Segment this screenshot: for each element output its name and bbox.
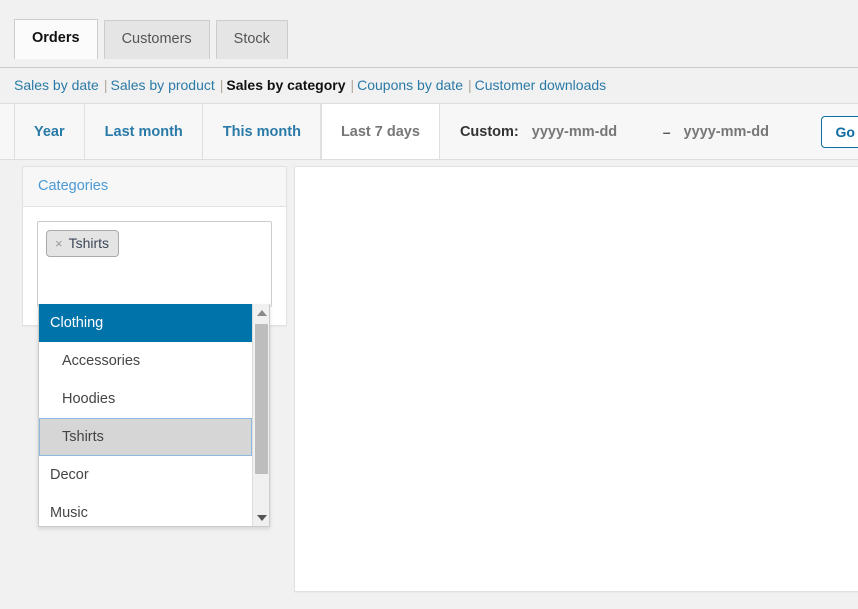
custom-date-from-input[interactable] bbox=[529, 119, 652, 144]
range-tab-last-7-days-label: Last 7 days bbox=[340, 123, 420, 140]
selected-category-chip[interactable]: × Tshirts bbox=[46, 230, 120, 257]
range-tab-year[interactable]: Year bbox=[14, 104, 85, 159]
selected-category-label: Tshirts bbox=[68, 235, 110, 251]
triangle-up-icon[interactable] bbox=[253, 304, 269, 321]
subnav-link-coupons-by-date[interactable]: Coupons by date bbox=[357, 77, 463, 93]
subnav-link-sales-by-product[interactable]: Sales by product bbox=[110, 77, 214, 93]
category-option-list: Clothing Accessories Hoodies Tshirts Dec… bbox=[39, 304, 252, 526]
categories-panel: Categories × Tshirts bbox=[22, 166, 287, 326]
subnav-separator: | bbox=[350, 77, 355, 93]
category-multiselect[interactable]: × Tshirts bbox=[37, 221, 272, 307]
category-dropdown: Clothing Accessories Hoodies Tshirts Dec… bbox=[38, 304, 270, 527]
scrollbar-thumb[interactable] bbox=[255, 324, 268, 474]
tab-customers-label: Customers bbox=[121, 31, 192, 47]
triangle-down-icon[interactable] bbox=[253, 509, 269, 526]
range-tab-this-month[interactable]: This month bbox=[202, 104, 321, 159]
subnav-link-sales-by-category[interactable]: Sales by category bbox=[226, 77, 345, 93]
date-range-bar: Year Last month This month Last 7 days C… bbox=[0, 104, 858, 160]
category-option-label: Accessories bbox=[62, 353, 141, 369]
range-tab-last-month[interactable]: Last month bbox=[84, 104, 203, 159]
date-range-tabs: Year Last month This month Last 7 days bbox=[14, 104, 440, 159]
custom-date-to-input[interactable] bbox=[681, 119, 804, 144]
tab-stock[interactable]: Stock bbox=[215, 20, 288, 60]
category-option-decor[interactable]: Decor bbox=[39, 456, 252, 494]
category-option-hoodies[interactable]: Hoodies bbox=[39, 380, 252, 418]
report-results-panel bbox=[294, 166, 858, 592]
tab-customers[interactable]: Customers bbox=[103, 20, 210, 60]
custom-range-zone: Custom: – Go bbox=[439, 104, 858, 159]
subnav-link-customer-downloads[interactable]: Customer downloads bbox=[475, 77, 607, 93]
subnav-separator: | bbox=[103, 77, 108, 93]
category-option-label: Decor bbox=[50, 467, 89, 483]
range-tab-last-7-days[interactable]: Last 7 days bbox=[320, 104, 440, 159]
subnav-link-sales-by-date[interactable]: Sales by date bbox=[14, 77, 99, 93]
date-range-dash: – bbox=[662, 123, 671, 140]
category-option-label: Music bbox=[50, 505, 88, 521]
custom-range-label: Custom: bbox=[459, 123, 519, 140]
tab-orders[interactable]: Orders bbox=[14, 19, 98, 60]
range-tab-last-month-label: Last month bbox=[104, 123, 183, 140]
report-tabs: Orders Customers Stock bbox=[14, 18, 858, 60]
close-x-icon[interactable]: × bbox=[55, 237, 63, 250]
tab-orders-label: Orders bbox=[32, 30, 80, 46]
report-subnav: Sales by date | Sales by product | Sales by … bbox=[0, 68, 858, 104]
category-option-clothing[interactable]: Clothing bbox=[39, 304, 252, 342]
range-tab-year-label: Year bbox=[34, 123, 65, 140]
report-content: Categories × Tshirts Clothing Accessorie… bbox=[0, 160, 858, 592]
category-option-label: Clothing bbox=[50, 315, 104, 331]
tab-stock-label: Stock bbox=[233, 31, 270, 47]
category-option-label: Tshirts bbox=[62, 429, 104, 445]
categories-panel-title: Categories bbox=[38, 178, 109, 194]
category-option-tshirts[interactable]: Tshirts bbox=[39, 418, 252, 456]
dropdown-scrollbar[interactable] bbox=[252, 304, 269, 526]
go-button[interactable]: Go bbox=[820, 115, 858, 148]
range-tab-this-month-label: This month bbox=[222, 123, 301, 140]
tab-bar: Orders Customers Stock bbox=[0, 0, 858, 68]
categories-panel-header: Categories bbox=[23, 167, 286, 207]
category-option-label: Hoodies bbox=[62, 391, 116, 407]
subnav-separator: | bbox=[219, 77, 224, 93]
category-option-accessories[interactable]: Accessories bbox=[39, 342, 252, 380]
subnav-separator: | bbox=[467, 77, 472, 93]
category-option-music[interactable]: Music bbox=[39, 494, 252, 526]
